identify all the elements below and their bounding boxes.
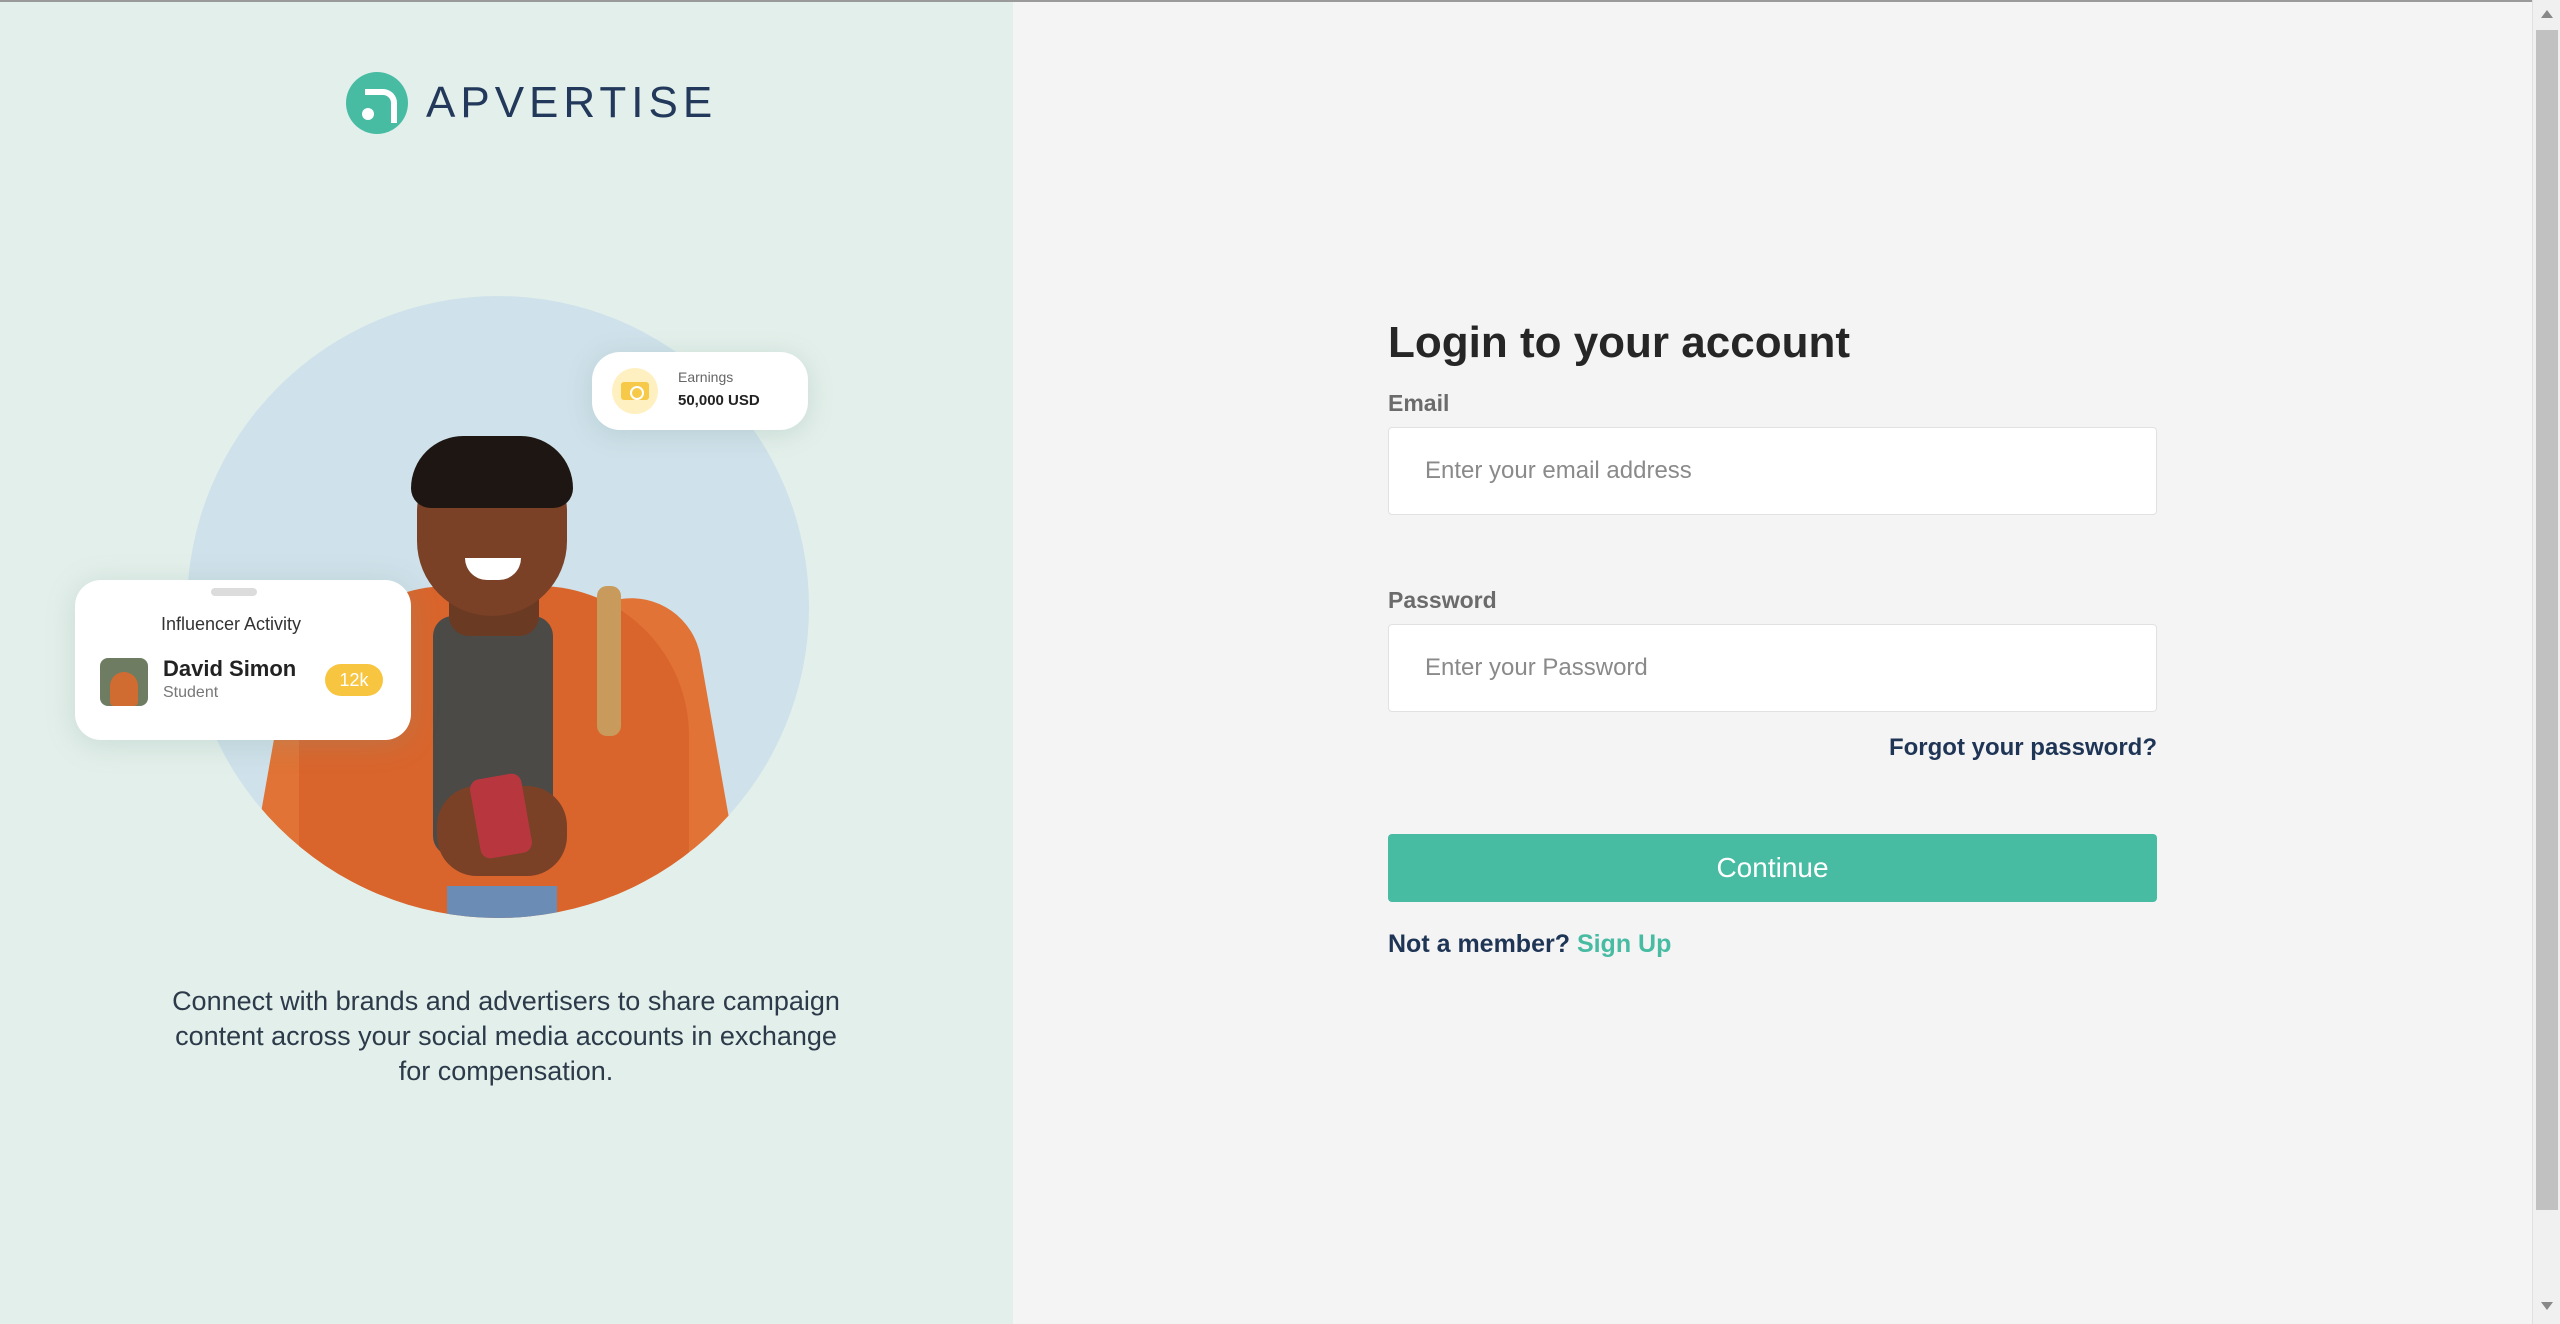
scrollbar[interactable] [2532,0,2560,1324]
login-form: Login to your account Email Password For… [1388,318,2157,959]
influencer-name: David Simon [163,656,297,681]
followers-badge: 12k [325,664,383,696]
earnings-card: Earnings 50,000 USD [592,352,808,430]
avatar [100,658,148,706]
person-jeans [447,886,557,918]
password-field[interactable] [1388,624,2157,712]
scroll-down-icon[interactable] [2541,1302,2553,1310]
logo-icon [346,72,408,134]
earnings-label: Earnings [678,369,734,385]
earnings-value: 50,000 USD [678,392,760,409]
signup-row: Not a member? Sign Up [1388,930,2157,959]
brand-logo[interactable]: APVERTISE [346,72,717,134]
brand-name: APVERTISE [426,78,718,127]
money-icon [612,368,658,414]
influencer-title: Influencer Activity [160,614,302,634]
not-member-text: Not a member? [1388,930,1570,958]
person-hair [411,436,573,508]
hero-tagline: Connect with brands and advertisers to s… [172,986,840,1086]
email-field[interactable] [1388,427,2157,515]
continue-button[interactable]: Continue [1388,834,2157,902]
influencer-role: Student [163,684,219,701]
scroll-thumb[interactable] [2536,30,2558,1210]
forgot-password-link[interactable]: Forgot your password? [1388,734,2157,762]
card-handle [211,588,257,596]
signup-link[interactable]: Sign Up [1577,930,1671,958]
page-title: Login to your account [1388,318,1850,367]
email-label: Email [1388,390,1450,416]
scroll-up-icon[interactable] [2541,10,2553,18]
influencer-card: Influencer Activity David Simon Student … [75,580,411,740]
hero-panel: APVERTISE Earnings 50,000 USD Influencer… [0,0,1013,1324]
backpack-strap [597,586,621,736]
password-label: Password [1388,587,1497,613]
